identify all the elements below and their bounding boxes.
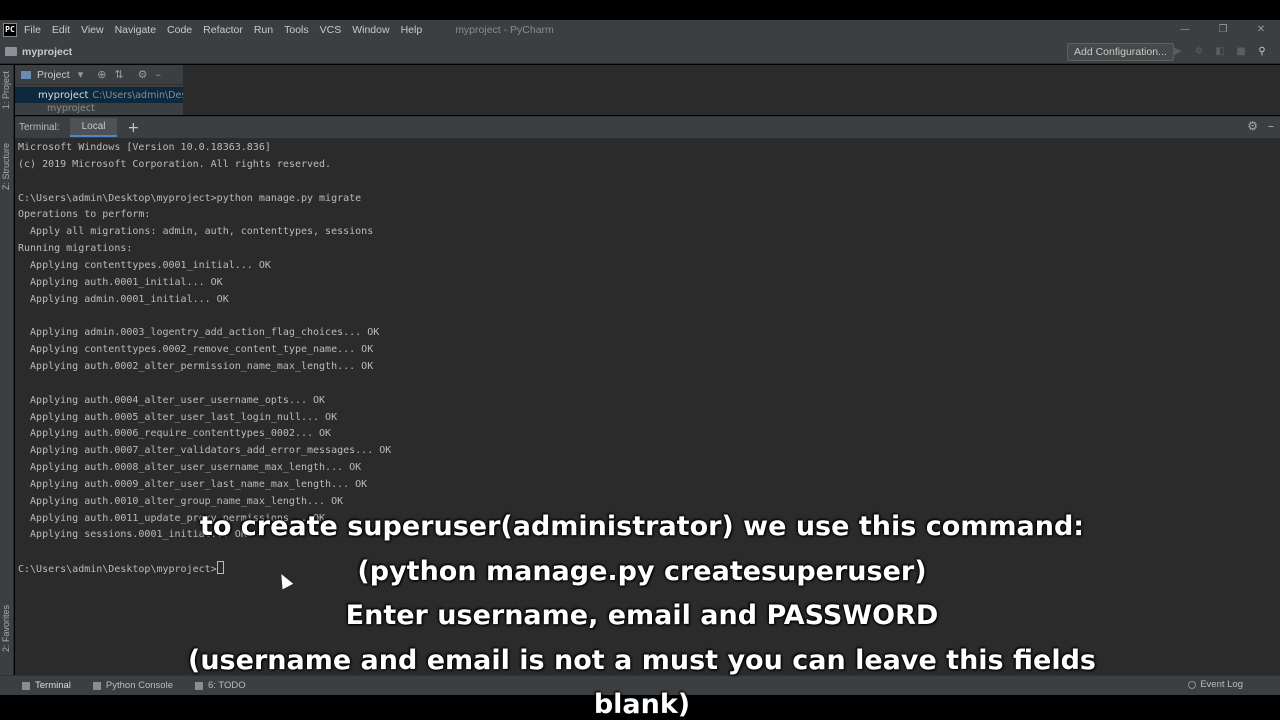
- terminal-line: (c) 2019 Microsoft Corporation. All righ…: [18, 158, 332, 170]
- tab-local[interactable]: Local: [69, 118, 118, 137]
- tool-tab-favorites[interactable]: 2: Favorites: [1, 605, 11, 652]
- video-letterbox-top: [0, 0, 1280, 20]
- terminal-line: Applying auth.0002_alter_permission_name…: [18, 360, 374, 372]
- add-configuration-button[interactable]: Add Configuration...: [1067, 43, 1174, 61]
- menu-vcs[interactable]: VCS: [320, 24, 342, 36]
- tree-item-root-name: myproject: [38, 89, 89, 101]
- menu-file[interactable]: File: [24, 24, 41, 36]
- stop-icon[interactable]: ■: [1233, 44, 1249, 60]
- subtitle-line: Enter username, email and PASSWORD: [345, 600, 939, 631]
- menu-edit[interactable]: Edit: [52, 24, 70, 36]
- terminal-line: Operations to perform:: [18, 209, 151, 221]
- editor-area: [183, 65, 1280, 115]
- video-subtitles: to create superuser(administrator) we us…: [140, 505, 1144, 720]
- tool-window-terminal-label: Terminal: [35, 680, 71, 691]
- menu-window[interactable]: Window: [352, 24, 389, 36]
- terminal-line: Applying admin.0003_logentry_add_action_…: [18, 327, 380, 339]
- subtitle-line: to create superuser(administrator) we us…: [199, 511, 1085, 542]
- breadcrumb-project[interactable]: myproject: [22, 46, 72, 58]
- terminal-line: Applying auth.0005_alter_user_last_login…: [18, 411, 338, 423]
- window-controls: — ❐ ✕: [1166, 20, 1280, 40]
- folder-icon: [5, 47, 17, 56]
- menu-help[interactable]: Help: [401, 24, 423, 36]
- menu-refactor[interactable]: Refactor: [203, 24, 243, 36]
- pycharm-logo-icon: PC: [3, 23, 17, 37]
- hide-icon[interactable]: –: [1268, 119, 1274, 133]
- event-log-label: Event Log: [1200, 679, 1243, 690]
- restore-icon[interactable]: ❐: [1204, 20, 1242, 40]
- title-bar: PC File Edit View Navigate Code Refactor…: [0, 20, 1280, 40]
- project-view-selector[interactable]: Project: [37, 69, 70, 81]
- terminal-line: Applying auth.0006_require_contenttypes_…: [18, 428, 332, 440]
- coverage-icon[interactable]: ◧: [1212, 44, 1228, 60]
- terminal-line: Microsoft Windows [Version 10.0.18363.83…: [18, 142, 271, 153]
- subtitle-line: (username and email is not a must you ca…: [188, 644, 1096, 720]
- collapse-all-icon[interactable]: ⇅: [114, 68, 123, 81]
- debug-icon[interactable]: ✲: [1191, 44, 1207, 60]
- subtitle-line: (python manage.py createsuperuser): [357, 555, 927, 587]
- terminal-label: Terminal:: [19, 122, 60, 133]
- terminal-tab-bar: Terminal: Local + ⚙ –: [15, 116, 1280, 138]
- project-panel: Project ▾ ⊕ ⇅ ⚙ – myproject C:\Users\adm…: [15, 65, 183, 115]
- terminal-line: Applying auth.0001_initial... OK: [18, 276, 223, 288]
- event-log-button[interactable]: Event Log: [1188, 679, 1243, 690]
- tool-tab-structure[interactable]: Z: Structure: [1, 143, 11, 190]
- window-title: myproject - PyCharm: [455, 24, 554, 36]
- terminal-line: Applying admin.0001_initial... OK: [18, 293, 229, 305]
- run-icon[interactable]: ▶: [1170, 44, 1186, 60]
- gear-icon[interactable]: ⚙: [1247, 119, 1258, 133]
- terminal-line: Applying contenttypes.0001_initial... OK: [18, 259, 271, 271]
- left-tool-strip: 1: Project Z: Structure 2: Favorites: [0, 65, 14, 675]
- tool-window-terminal[interactable]: Terminal: [22, 680, 71, 691]
- menu-navigate[interactable]: Navigate: [115, 24, 156, 36]
- close-icon[interactable]: ✕: [1242, 20, 1280, 40]
- project-view-icon: [21, 70, 31, 79]
- terminal-line: Applying auth.0004_alter_user_username_o…: [18, 394, 326, 406]
- terminal-line: C:\Users\admin\Desktop\myproject>python …: [18, 192, 362, 204]
- project-panel-header: Project ▾ ⊕ ⇅ ⚙ –: [15, 65, 183, 85]
- terminal-tools: ⚙ –: [1237, 119, 1274, 133]
- menu-view[interactable]: View: [81, 24, 104, 36]
- menu-tools[interactable]: Tools: [284, 24, 309, 36]
- event-log-icon: [1188, 680, 1197, 689]
- terminal-line: Running migrations:: [18, 243, 133, 255]
- tree-item-root[interactable]: myproject C:\Users\admin\Des: [15, 87, 183, 103]
- run-toolbar: ▶ ✲ ◧ ■ ⚲: [1170, 44, 1275, 60]
- chevron-down-icon[interactable]: ▾: [78, 68, 84, 81]
- hide-icon[interactable]: –: [156, 68, 162, 81]
- tree-item-root-path: C:\Users\admin\Des: [92, 89, 183, 101]
- locate-icon[interactable]: ⊕: [97, 68, 106, 81]
- search-everywhere-icon[interactable]: ⚲: [1254, 44, 1270, 60]
- terminal-line: Applying contenttypes.0002_remove_conten…: [18, 344, 374, 356]
- gear-icon[interactable]: ⚙: [138, 68, 148, 81]
- tree-item-child[interactable]: myproject: [15, 103, 183, 115]
- tool-tab-project[interactable]: 1: Project: [1, 71, 11, 109]
- terminal-line: Applying auth.0009_alter_user_last_name_…: [18, 478, 368, 490]
- navigation-bar: myproject Add Configuration... ▶ ✲ ◧ ■ ⚲: [0, 40, 1280, 64]
- terminal-line: Apply all migrations: admin, auth, conte…: [18, 226, 374, 238]
- terminal-icon: [22, 681, 30, 690]
- minimize-icon[interactable]: —: [1166, 20, 1204, 40]
- python-icon: [92, 681, 101, 690]
- menu-code[interactable]: Code: [167, 24, 192, 36]
- new-session-icon[interactable]: +: [127, 120, 139, 136]
- terminal-line: Applying auth.0007_alter_validators_add_…: [18, 445, 392, 457]
- menu-run[interactable]: Run: [254, 24, 273, 36]
- terminal-line: Applying auth.0008_alter_user_username_m…: [18, 462, 362, 474]
